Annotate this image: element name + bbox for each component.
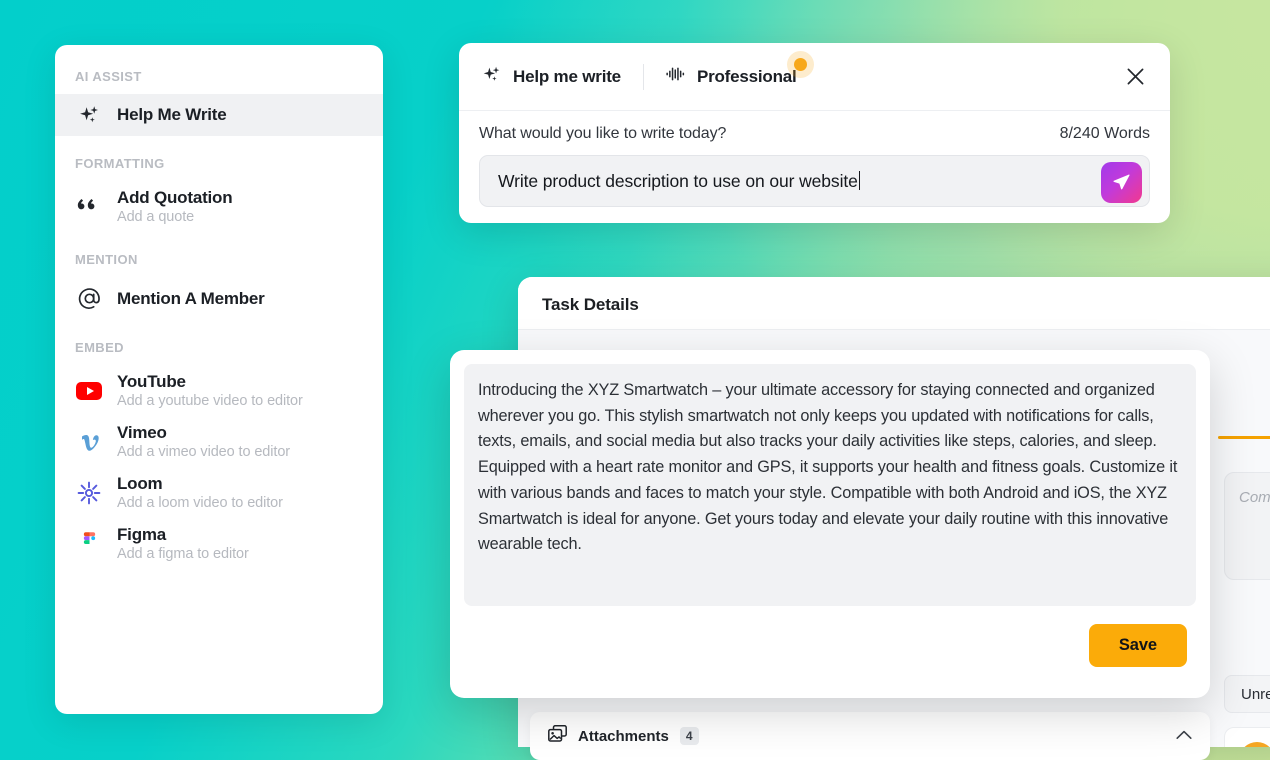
unresolved-label: Unresolved	[1241, 685, 1270, 703]
prompt-row: What would you like to write today? 8/24…	[479, 125, 1150, 143]
sidebar-item-text: Figma Add a figma to editor	[117, 525, 249, 562]
text-caret	[858, 170, 861, 190]
app-root: Task Details Comment Unresolved This	[0, 0, 1270, 760]
vimeo-icon	[75, 429, 103, 455]
section-label-formatting: FORMATTING	[75, 156, 165, 171]
sparkle-icon	[75, 103, 103, 127]
task-details-header: Task Details	[518, 277, 1270, 330]
sidebar-item-text: Add Quotation Add a quote	[117, 188, 233, 225]
ai-assist-sidebar: AI ASSIST Help Me Write FORMATTING Add Q…	[55, 45, 383, 714]
avatar	[1239, 742, 1270, 747]
tone-selector[interactable]: Professional	[666, 57, 807, 87]
header-divider	[642, 63, 644, 90]
page-title: Task Details	[542, 295, 639, 314]
at-icon	[75, 286, 103, 311]
figma-icon	[75, 532, 103, 555]
quote-icon	[75, 197, 103, 217]
attachments-count-badge: 4	[679, 726, 699, 746]
sidebar-item-text: Mention A Member	[117, 289, 265, 309]
sidebar-item-vimeo[interactable]: Vimeo Add a vimeo video to editor	[55, 416, 383, 467]
sidebar-item-title: Figma	[117, 525, 167, 544]
generated-card-footer: Save	[464, 606, 1196, 684]
youtube-icon	[75, 381, 103, 400]
sidebar-item-title: Loom	[117, 474, 163, 493]
tone-label-wrap: Professional	[696, 57, 807, 87]
sidebar-item-title: Vimeo	[117, 423, 167, 442]
sidebar-item-loom[interactable]: Loom Add a loom video to editor	[55, 467, 383, 518]
sidebar-item-subtitle: Add a figma to editor	[117, 546, 249, 562]
prompt-input-value: Write product description to use on our …	[498, 170, 861, 192]
loom-icon	[75, 481, 103, 505]
section-label-mention: MENTION	[75, 252, 138, 267]
save-button[interactable]: Save	[1088, 623, 1187, 667]
sidebar-item-mention-a-member[interactable]: Mention A Member	[55, 277, 383, 320]
sidebar-item-subtitle: Add a quote	[117, 209, 195, 225]
tone-label: Professional	[696, 66, 797, 86]
sidebar-item-subtitle: Add a youtube video to editor	[117, 393, 303, 409]
attachments-bar[interactable]: Attachments 4	[530, 712, 1210, 760]
prompt-input[interactable]: Write product description to use on our …	[479, 155, 1150, 207]
sidebar-item-title: Mention A Member	[117, 288, 265, 308]
help-me-write-popup: Help me write Professional What would yo…	[459, 43, 1170, 223]
help-me-write-body: What would you like to write today? 8/24…	[459, 111, 1170, 207]
sidebar-item-text: Help Me Write	[117, 105, 227, 125]
generated-text[interactable]: Introducing the XYZ Smartwatch – your ul…	[464, 364, 1196, 606]
attachments-left-group: Attachments 4	[548, 725, 699, 747]
tab-help-me-write[interactable]: Help me write	[481, 64, 621, 90]
send-icon	[1111, 171, 1132, 195]
sidebar-item-title: Help Me Write	[117, 105, 227, 124]
prompt-input-text: Write product description to use on our …	[498, 170, 858, 191]
prompt-label: What would you like to write today?	[479, 125, 727, 142]
send-button[interactable]	[1101, 162, 1142, 203]
sidebar-item-add-quotation[interactable]: Add Quotation Add a quote	[55, 181, 383, 232]
comment-input[interactable]: Comment	[1224, 472, 1270, 580]
waveform-icon	[666, 66, 686, 87]
attachments-label: Attachments	[578, 727, 669, 745]
sidebar-item-subtitle: Add a loom video to editor	[117, 495, 283, 511]
sidebar-item-youtube[interactable]: YouTube Add a youtube video to editor	[55, 365, 383, 416]
sidebar-item-subtitle: Add a vimeo video to editor	[117, 444, 291, 460]
sidebar-item-figma[interactable]: Figma Add a figma to editor	[55, 518, 383, 569]
sidebar-item-title: Add Quotation	[117, 188, 233, 207]
sidebar-item-text: YouTube Add a youtube video to editor	[117, 372, 303, 409]
sidebar-item-text: Vimeo Add a vimeo video to editor	[117, 423, 290, 460]
section-label-embed: EMBED	[75, 340, 124, 355]
tab-help-me-write-label: Help me write	[513, 66, 621, 86]
generated-text-card: Introducing the XYZ Smartwatch – your ul…	[450, 350, 1210, 698]
comment-card: This	[1224, 727, 1270, 747]
status-badge	[793, 57, 807, 71]
help-me-write-header: Help me write Professional	[459, 43, 1170, 111]
close-icon[interactable]	[1120, 62, 1150, 92]
attachment-images-icon	[548, 725, 567, 747]
section-accent-rule	[1218, 436, 1270, 439]
sidebar-item-text: Loom Add a loom video to editor	[117, 474, 283, 511]
sidebar-item-help-me-write[interactable]: Help Me Write	[55, 94, 383, 136]
section-label-ai-assist: AI ASSIST	[75, 69, 142, 84]
sparkle-icon	[481, 64, 502, 90]
unresolved-filter-button[interactable]: Unresolved	[1224, 675, 1270, 713]
word-count: 8/240 Words	[1059, 125, 1150, 142]
chevron-up-icon[interactable]	[1176, 727, 1192, 745]
sidebar-item-title: YouTube	[117, 372, 186, 391]
